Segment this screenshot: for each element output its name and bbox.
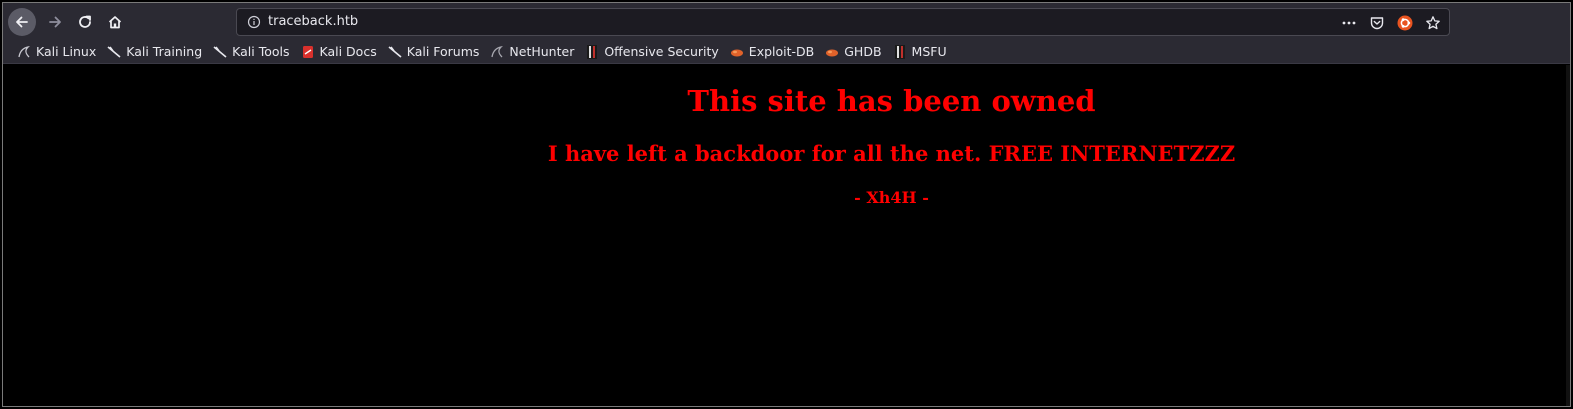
browser-window: traceback.htb Kali Linux Kali Training K… (2, 2, 1571, 407)
offsec-icon (585, 44, 599, 59)
bookmark-offensive-security[interactable]: Offensive Security (585, 44, 719, 59)
reload-button[interactable] (71, 8, 99, 36)
back-button[interactable] (8, 8, 36, 36)
url-text[interactable]: traceback.htb (268, 14, 358, 30)
forward-button[interactable] (41, 8, 69, 36)
page-subheading: I have left a backdoor for all the net. … (547, 141, 1236, 166)
bookmark-label: MSFU (911, 44, 947, 59)
offsec-icon (893, 44, 907, 59)
home-icon (108, 16, 122, 29)
bookmarks-toolbar: Kali Linux Kali Training Kali Tools Kali… (3, 40, 1570, 64)
bookmark-label: Kali Training (126, 44, 203, 59)
kali-dragon-icon (490, 45, 504, 59)
bookmark-label: Kali Linux (36, 44, 97, 59)
info-icon[interactable] (247, 15, 261, 29)
bookmark-label: NetHunter (509, 44, 575, 59)
bookmark-label: Kali Forums (406, 44, 480, 59)
bookmark-label: Offensive Security (604, 44, 719, 59)
bookmark-kali-forums[interactable]: Kali Forums (388, 44, 480, 59)
bookmark-msfu[interactable]: MSFU (893, 44, 947, 59)
kali-icon (107, 45, 121, 59)
browser-toolbar: traceback.htb (3, 3, 1570, 40)
page-signature: - Xh4H - (854, 188, 929, 207)
home-button[interactable] (101, 8, 129, 36)
bookmark-kali-linux[interactable]: Kali Linux (17, 44, 96, 59)
more-icon[interactable] (1341, 15, 1357, 31)
page-content: This site has been owned I have left a b… (3, 65, 1566, 406)
ubuntu-icon[interactable] (1397, 15, 1413, 31)
kali-icon (388, 45, 402, 59)
bookmark-exploit-db[interactable]: Exploit-DB (730, 44, 814, 59)
scrollbar[interactable] (1566, 65, 1570, 406)
kali-docs-icon (301, 45, 315, 59)
bookmark-label: Exploit-DB (748, 44, 815, 59)
star-icon[interactable] (1425, 15, 1441, 31)
bookmark-kali-docs[interactable]: Kali Docs (301, 44, 377, 59)
bookmark-label: GHDB (844, 44, 882, 59)
exploitdb-icon (730, 45, 744, 59)
arrow-right-icon (49, 16, 61, 28)
pocket-icon[interactable] (1369, 15, 1385, 31)
bookmark-label: Kali Tools (232, 44, 290, 59)
bookmark-label: Kali Docs (319, 44, 377, 59)
bookmark-nethunter[interactable]: NetHunter (490, 44, 574, 59)
bookmark-kali-training[interactable]: Kali Training (107, 44, 202, 59)
page-heading: This site has been owned (687, 84, 1096, 118)
exploitdb-icon (825, 45, 839, 59)
arrow-left-icon (16, 16, 28, 28)
url-actions (1341, 13, 1441, 33)
kali-dragon-icon (17, 45, 31, 59)
bookmark-ghdb[interactable]: GHDB (825, 44, 882, 59)
bookmark-kali-tools[interactable]: Kali Tools (213, 44, 290, 59)
reload-icon (79, 15, 91, 28)
kali-icon (213, 45, 227, 59)
url-bar[interactable]: traceback.htb (236, 8, 1450, 36)
